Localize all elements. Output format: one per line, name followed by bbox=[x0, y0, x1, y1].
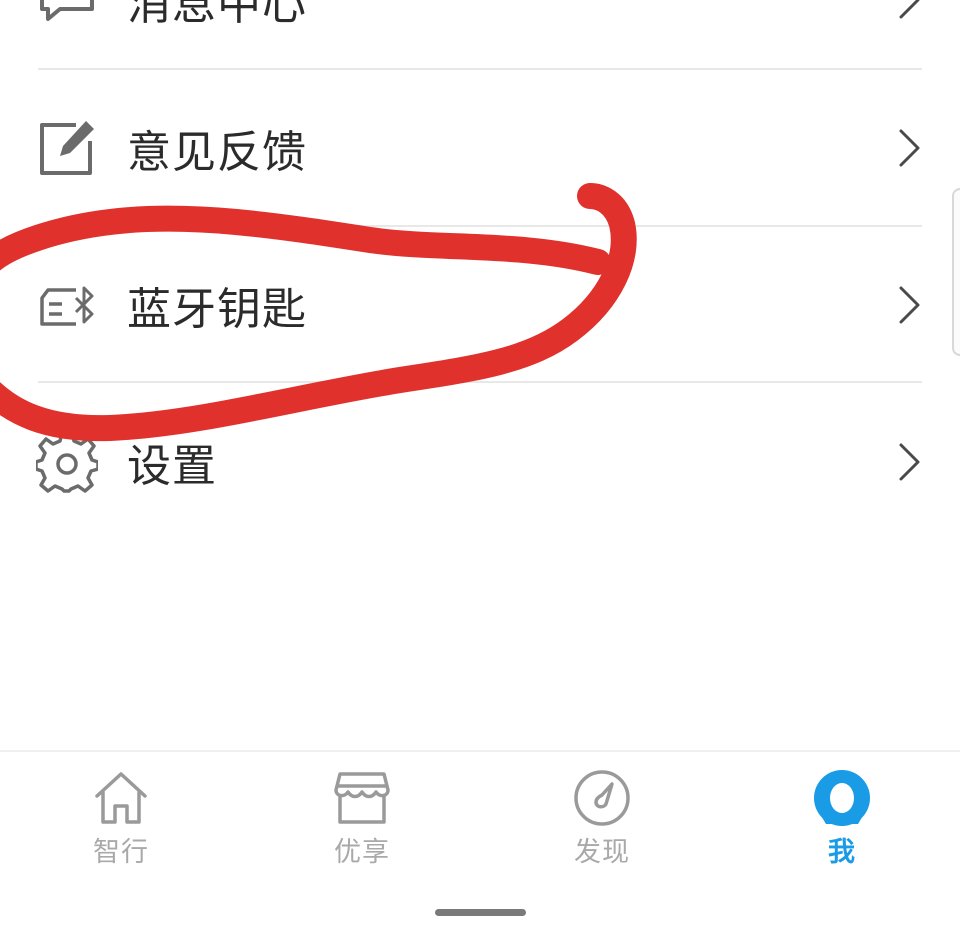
menu-item-label: 消息中心 bbox=[127, 0, 307, 30]
scroll-indicator[interactable] bbox=[952, 188, 960, 356]
message-icon bbox=[36, 0, 98, 31]
tab-label: 优享 bbox=[334, 837, 390, 868]
menu-item-settings[interactable]: 设置 bbox=[0, 392, 960, 532]
tab-label: 发现 bbox=[574, 837, 630, 868]
menu-item-label: 意见反馈 bbox=[127, 127, 307, 178]
divider bbox=[38, 68, 922, 70]
tab-faxian[interactable]: 发现 bbox=[542, 766, 662, 868]
divider bbox=[38, 225, 922, 227]
menu-item-label: 蓝牙钥匙 bbox=[127, 284, 307, 335]
bluetooth-key-icon bbox=[36, 274, 98, 336]
screen: 消息中心 意见反馈 蓝牙钥匙 设置 智行 优享 发现 我 bbox=[0, 0, 960, 949]
gear-icon bbox=[36, 431, 98, 493]
tab-me[interactable]: 我 bbox=[782, 766, 902, 868]
menu-item-message-center[interactable]: 消息中心 bbox=[0, 0, 960, 70]
bottom-tab-bar: 智行 优享 发现 我 bbox=[0, 750, 960, 949]
chevron-right-icon bbox=[898, 0, 922, 20]
home-indicator[interactable] bbox=[435, 909, 526, 916]
profile-icon bbox=[812, 768, 872, 828]
menu-item-feedback[interactable]: 意见反馈 bbox=[0, 78, 960, 218]
tab-label: 我 bbox=[828, 837, 856, 868]
menu-item-label: 设置 bbox=[127, 441, 217, 492]
compass-icon bbox=[572, 768, 632, 828]
tab-label: 智行 bbox=[93, 837, 149, 868]
chevron-right-icon bbox=[898, 442, 922, 482]
edit-icon bbox=[36, 117, 98, 179]
menu-item-bluetooth-key[interactable]: 蓝牙钥匙 bbox=[0, 235, 960, 375]
store-icon bbox=[332, 768, 392, 828]
tab-youxiang[interactable]: 优享 bbox=[302, 766, 422, 868]
tab-zhixing[interactable]: 智行 bbox=[61, 766, 181, 868]
divider bbox=[38, 381, 922, 383]
chevron-right-icon bbox=[898, 285, 922, 325]
chevron-right-icon bbox=[898, 128, 922, 168]
home-icon bbox=[91, 768, 151, 828]
